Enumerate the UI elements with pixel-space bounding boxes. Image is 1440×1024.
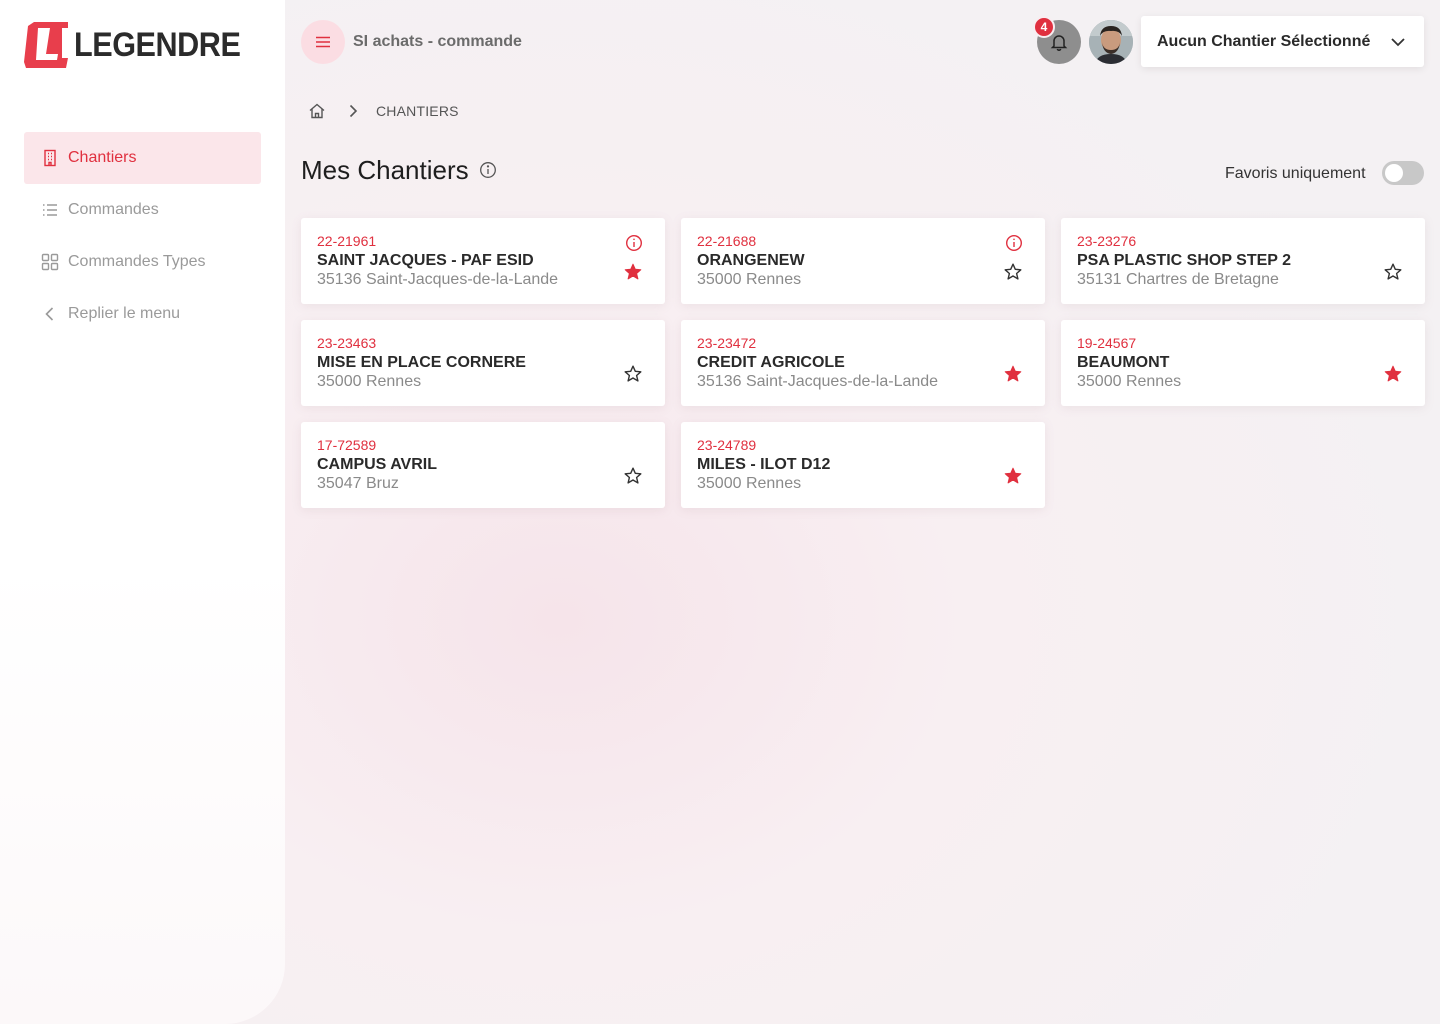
chantier-city: 35047 Bruz (317, 475, 399, 492)
chevron-down-icon (1391, 37, 1405, 46)
chantier-city: 35000 Rennes (1077, 373, 1182, 390)
sidebar-item-label: Commandes Types (68, 253, 206, 270)
chantier-city: 35136 Saint-Jacques-de-la-Lande (317, 271, 559, 288)
breadcrumb-current: CHANTIERS (376, 103, 459, 119)
chantier-card[interactable]: 23-24789 MILES - ILOT D12 35000 Rennes (681, 422, 1045, 508)
home-icon[interactable] (308, 102, 326, 120)
bell-icon (1050, 35, 1068, 51)
chantier-name: MISE EN PLACE CORNERE (317, 354, 526, 371)
star-filled-icon[interactable] (1003, 364, 1023, 384)
avatar-photo-icon (1089, 20, 1133, 64)
chantier-city: 35000 Rennes (697, 271, 802, 288)
chantier-city: 35131 Chartres de Bretagne (1077, 271, 1279, 288)
brand-logo[interactable]: LEGENDRE (24, 22, 259, 68)
page-title: Mes Chantiers (301, 155, 469, 185)
chantier-code: 19-24567 (1077, 335, 1137, 351)
site-selector-dropdown[interactable]: Aucun Chantier Sélectionné (1141, 16, 1424, 67)
chantier-code: 23-23276 (1077, 233, 1137, 249)
hamburger-icon (316, 36, 330, 48)
chantier-code: 22-21688 (697, 233, 757, 249)
chantier-city: 35000 Rennes (697, 475, 802, 492)
star-outline-icon[interactable] (1383, 262, 1403, 282)
star-outline-icon[interactable] (623, 466, 643, 486)
star-filled-icon[interactable] (623, 262, 643, 282)
legendre-logo-icon (24, 22, 68, 68)
chantier-name: CAMPUS AVRIL (317, 456, 437, 473)
chevron-left-icon (40, 304, 60, 324)
sidebar-item-label: Replier le menu (68, 305, 181, 322)
favorites-only-toggle[interactable] (1382, 161, 1424, 185)
chantier-card[interactable]: 22-21961 SAINT JACQUES - PAF ESID 35136 Sa… (301, 218, 665, 304)
breadcrumb: CHANTIERS (308, 101, 459, 121)
app-title: SI achats - commande (353, 33, 522, 50)
star-outline-icon[interactable] (623, 364, 643, 384)
site-selector-value: Aucun Chantier Sélectionné (1157, 32, 1371, 50)
sidebar: LEGENDRE Chantiers Commandes Commandes T… (0, 0, 285, 1024)
chevron-right-icon (349, 104, 358, 118)
menu-toggle-button[interactable] (301, 20, 345, 64)
user-avatar[interactable] (1089, 20, 1133, 64)
info-icon[interactable] (479, 161, 497, 179)
grid-icon (40, 252, 60, 272)
sidebar-item-commandes[interactable]: Commandes (24, 184, 261, 236)
brand-name: LEGENDRE (74, 26, 241, 64)
building-icon (40, 148, 60, 168)
chantier-name: ORANGENEW (697, 252, 805, 269)
sidebar-item-label: Commandes (68, 201, 159, 218)
chantier-card[interactable]: 23-23463 MISE EN PLACE CORNERE 35000 Renne… (301, 320, 665, 406)
chantier-card[interactable]: 17-72589 CAMPUS AVRIL 35047 Bruz (301, 422, 665, 508)
chantier-code: 17-72589 (317, 437, 377, 453)
chantier-city: 35136 Saint-Jacques-de-la-Lande (697, 373, 939, 390)
chantier-code: 22-21961 (317, 233, 377, 249)
star-filled-icon[interactable] (1383, 364, 1403, 384)
alert-info-icon[interactable] (1005, 234, 1023, 252)
chantier-name: SAINT JACQUES - PAF ESID (317, 252, 534, 269)
star-outline-icon[interactable] (1003, 262, 1023, 282)
chantier-name: MILES - ILOT D12 (697, 456, 831, 473)
sidebar-item-commandes-types[interactable]: Commandes Types (24, 236, 261, 288)
chantier-name: CREDIT AGRICOLE (697, 354, 845, 371)
chantiers-grid: 22-21961 SAINT JACQUES - PAF ESID 35136 Sa… (301, 218, 1425, 508)
chantier-city: 35000 Rennes (317, 373, 422, 390)
star-filled-icon[interactable] (1003, 466, 1023, 486)
chantier-card[interactable]: 22-21688 ORANGENEW 35000 Rennes (681, 218, 1045, 304)
alert-info-icon[interactable] (625, 234, 643, 252)
chantier-code: 23-23463 (317, 335, 377, 351)
chantier-card[interactable]: 23-23472 CREDIT AGRICOLE 35136 Saint-Jacqu… (681, 320, 1045, 406)
chantier-card[interactable]: 23-23276 PSA PLASTIC SHOP STEP 2 35131 Cha… (1061, 218, 1425, 304)
list-icon (40, 200, 60, 220)
chantier-code: 23-24789 (697, 437, 757, 453)
sidebar-item-label: Chantiers (68, 149, 137, 166)
favorites-only-label: Favoris uniquement (1225, 165, 1366, 182)
toggle-knob (1385, 164, 1403, 182)
notification-badge: 4 (1033, 16, 1055, 38)
sidebar-item-chantiers[interactable]: Chantiers (24, 132, 261, 184)
chantier-code: 23-23472 (697, 335, 757, 351)
chantier-name: PSA PLASTIC SHOP STEP 2 (1077, 252, 1291, 269)
collapse-menu-button[interactable]: Replier le menu (24, 288, 261, 340)
sidebar-nav: Chantiers Commandes Commandes Types Repl… (24, 132, 261, 340)
chantier-name: BEAUMONT (1077, 354, 1170, 371)
chantier-card[interactable]: 19-24567 BEAUMONT 35000 Rennes (1061, 320, 1425, 406)
